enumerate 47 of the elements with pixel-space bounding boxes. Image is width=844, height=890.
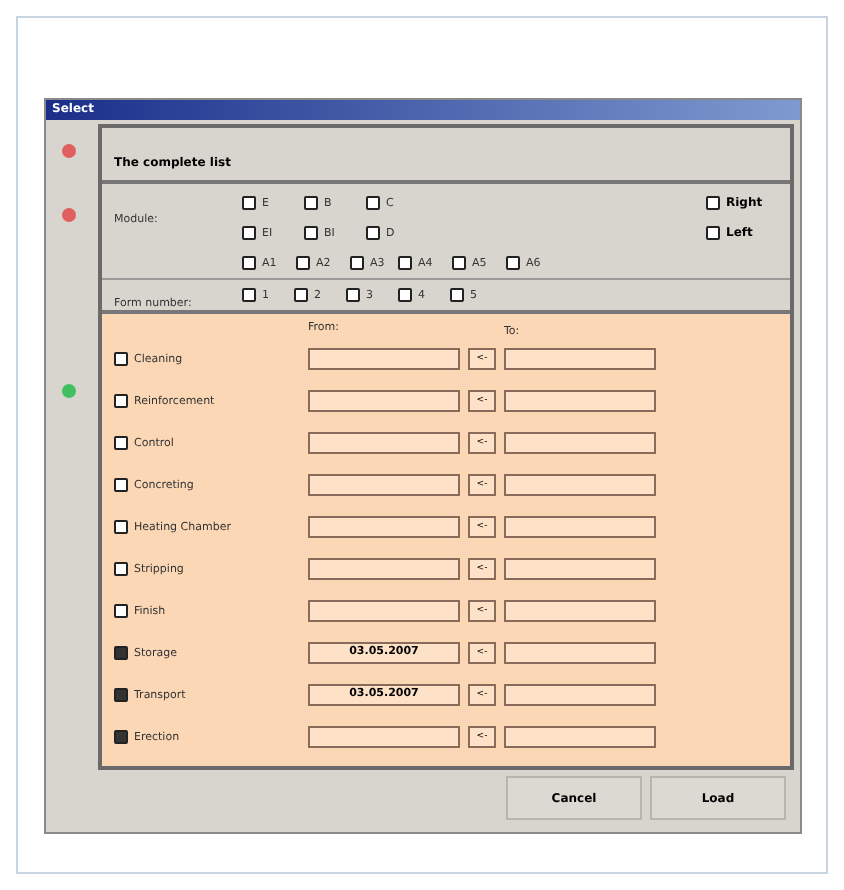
checkbox[interactable] — [296, 256, 310, 270]
checkbox[interactable] — [452, 256, 466, 270]
to-date-field[interactable] — [504, 474, 656, 496]
to-date-field[interactable] — [504, 642, 656, 664]
checkbox[interactable] — [242, 226, 256, 240]
from-date-field[interactable] — [308, 726, 460, 748]
checkbox[interactable] — [114, 730, 128, 744]
checkbox[interactable] — [294, 288, 308, 302]
to-date-field[interactable] — [504, 558, 656, 580]
from-date-field[interactable] — [308, 390, 460, 412]
checkbox[interactable] — [350, 256, 364, 270]
to-date-field[interactable] — [504, 600, 656, 622]
checkbox[interactable] — [114, 646, 128, 660]
checkbox[interactable] — [242, 288, 256, 302]
checkbox[interactable] — [114, 604, 128, 618]
to-date-field[interactable] — [504, 684, 656, 706]
checkbox[interactable] — [114, 394, 128, 408]
checkbox[interactable] — [242, 196, 256, 210]
checkbox[interactable] — [114, 478, 128, 492]
checkbox[interactable] — [346, 288, 360, 302]
checkbox[interactable] — [114, 562, 128, 576]
checkbox[interactable] — [242, 256, 256, 270]
checkbox[interactable] — [114, 520, 128, 534]
from-date-field[interactable] — [308, 348, 460, 370]
checkbox[interactable] — [706, 226, 720, 240]
checkbox[interactable] — [304, 226, 318, 240]
checkbox[interactable] — [114, 436, 128, 450]
from-date-field[interactable] — [308, 432, 460, 454]
to-date-field[interactable] — [504, 432, 656, 454]
from-date-field[interactable] — [308, 474, 460, 496]
checkbox[interactable] — [706, 196, 720, 210]
from-date-field[interactable] — [308, 558, 460, 580]
checkbox[interactable] — [506, 256, 520, 270]
from-date-field[interactable] — [308, 516, 460, 538]
checkbox[interactable] — [366, 226, 380, 240]
to-date-field[interactable] — [504, 390, 656, 412]
checkbox[interactable] — [366, 196, 380, 210]
checkbox[interactable] — [304, 196, 318, 210]
to-date-field[interactable] — [504, 516, 656, 538]
checkbox[interactable] — [398, 288, 412, 302]
to-date-field[interactable] — [504, 348, 656, 370]
checkbox[interactable] — [114, 688, 128, 702]
checkbox[interactable] — [114, 352, 128, 366]
from-date-field[interactable] — [308, 600, 460, 622]
checkbox[interactable] — [450, 288, 464, 302]
to-date-field[interactable] — [504, 726, 656, 748]
checkbox[interactable] — [398, 256, 412, 270]
